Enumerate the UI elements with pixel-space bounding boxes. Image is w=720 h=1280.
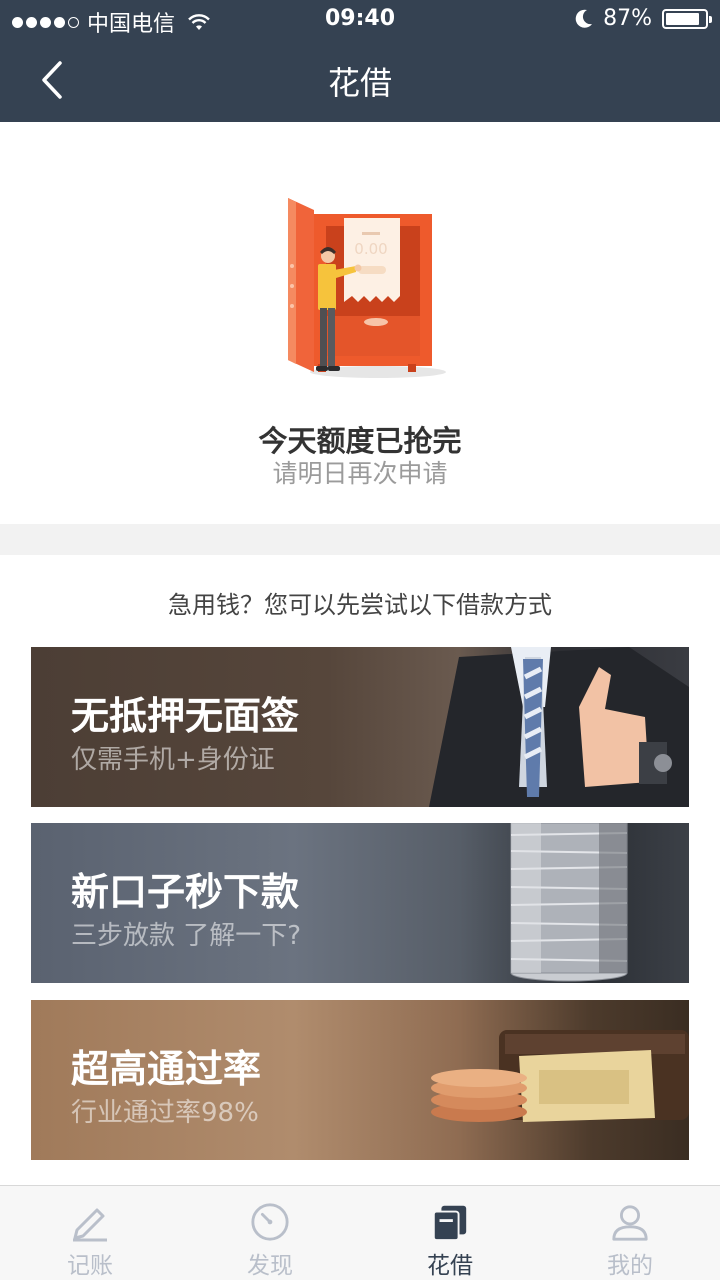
banner-subtitle: 行业通过率98% <box>71 1098 259 1128</box>
loan-banner-no-collateral[interactable]: 无抵押无面签 仅需手机+身份证 <box>31 647 689 807</box>
alternatives-heading: 急用钱？您可以先尝试以下借款方式 <box>168 591 552 619</box>
cards-icon <box>432 1205 467 1242</box>
loan-banner-new-lender[interactable]: 新口子秒下款 三步放款 了解一下? <box>31 823 689 983</box>
tab-huajie[interactable]: 花借 <box>360 1186 540 1280</box>
quota-exhausted-subtitle: 请明日再次申请 <box>272 459 448 488</box>
empty-safe-illustration: 0.00 <box>288 198 446 378</box>
loan-banner-high-approval[interactable]: 超高通过率 行业通过率98% <box>31 1000 689 1160</box>
battery-icon <box>662 8 712 29</box>
battery-percent: 87% <box>603 6 652 31</box>
quota-status-card: 0.00 今天额度已抢完 请明日再次申请 <box>0 122 720 524</box>
page-title: 花借 <box>327 64 392 102</box>
illustration-amount: 0.00 <box>354 240 387 258</box>
tab-bar: 记账 发现 花借 我的 <box>0 1185 720 1280</box>
banner-title: 超高通过率 <box>71 1047 262 1091</box>
user-icon <box>612 1205 648 1241</box>
banner-title: 新口子秒下款 <box>71 870 300 914</box>
header: 中国电信 09:40 87% 花借 <box>0 0 720 122</box>
banner-subtitle: 仅需手机+身份证 <box>71 745 275 775</box>
compass-icon <box>251 1203 289 1241</box>
status-right: 87% <box>575 6 712 31</box>
tab-label: 发现 <box>247 1253 293 1279</box>
nav-bar: 花借 <box>0 40 720 122</box>
tab-label: 花借 <box>427 1253 473 1279</box>
tab-mine[interactable]: 我的 <box>540 1186 720 1280</box>
tab-bookkeeping[interactable]: 记账 <box>0 1186 180 1280</box>
status-bar: 中国电信 09:40 87% <box>0 0 720 40</box>
businessman-thumbs-up-image <box>429 647 689 807</box>
coin-stack-image <box>510 823 628 982</box>
alternative-loans-section: 急用钱？您可以先尝试以下借款方式 无抵押无面签 仅需手机+身份证 新口子秒下款 … <box>0 555 720 1185</box>
moon-icon <box>575 9 593 28</box>
banner-title: 无抵押无面签 <box>71 694 300 738</box>
pencil-icon <box>73 1208 107 1242</box>
banner-subtitle: 三步放款 了解一下? <box>71 921 302 951</box>
tab-label: 我的 <box>607 1253 653 1279</box>
wallet-coins-image <box>431 1030 689 1122</box>
tab-label: 记账 <box>67 1253 113 1279</box>
tab-discover[interactable]: 发现 <box>180 1186 360 1280</box>
